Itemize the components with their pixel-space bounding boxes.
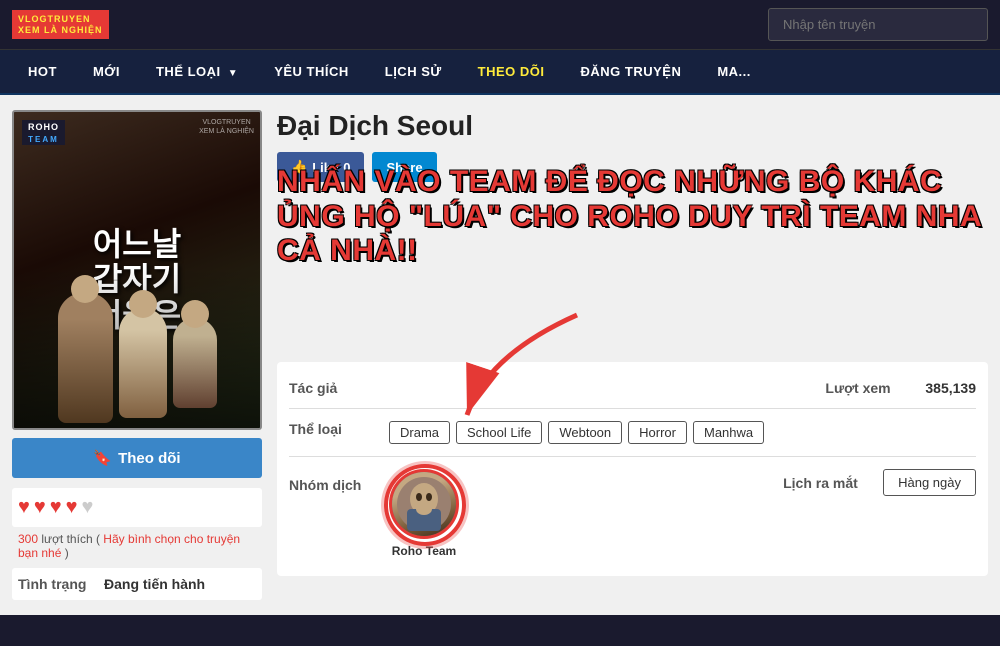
like-button[interactable]: 👍 Like 0 bbox=[277, 152, 364, 182]
divider-1 bbox=[289, 408, 976, 409]
info-table: Tác giả Lượt xem 385,139 Thể loại Drama … bbox=[277, 362, 988, 576]
heart-5[interactable]: ♥ bbox=[82, 496, 94, 519]
share-button[interactable]: Share bbox=[372, 152, 436, 182]
status-row: Tình trạng Đang tiến hành bbox=[12, 568, 262, 600]
views-value: 385,139 bbox=[925, 380, 976, 396]
views-area: Lượt xem 385,139 bbox=[825, 380, 976, 396]
header: VLOGTRUYEN XEM LÀ NGHIỆN bbox=[0, 0, 1000, 50]
nav-hot[interactable]: HOT bbox=[10, 50, 75, 93]
heart-3[interactable]: ♥ bbox=[50, 496, 62, 519]
site-logo[interactable]: VLOGTRUYEN XEM LÀ NGHIỆN bbox=[12, 10, 109, 40]
cover-watermark: VLOGTRUYEN XEM LÀ NGHIỆN bbox=[199, 118, 254, 136]
bookmark-icon: 🔖 bbox=[93, 449, 112, 467]
logo-line1: VLOGTRUYEN bbox=[18, 14, 103, 25]
views-label: Lượt xem bbox=[825, 380, 905, 396]
nav-moi[interactable]: MỚI bbox=[75, 50, 138, 93]
rating-hint-link[interactable]: Hãy bình chọn cho truyện bạn nhé bbox=[18, 532, 240, 560]
avatar-circle-highlight bbox=[384, 464, 466, 546]
manga-detail: ROHO TEAM VLOGTRUYEN XEM LÀ NGHIỆN 어느날갑자… bbox=[12, 110, 988, 600]
status-value: Đang tiến hành bbox=[104, 576, 205, 592]
nav-dang-truyen[interactable]: ĐĂNG TRUYỆN bbox=[563, 50, 700, 93]
action-row: 👍 Like 0 Share bbox=[277, 152, 988, 182]
release-label: Lịch ra mắt bbox=[783, 475, 863, 491]
nav-theo-doi[interactable]: THEO DÕI bbox=[460, 50, 563, 93]
logo-area[interactable]: VLOGTRUYEN XEM LÀ NGHIỆN bbox=[12, 10, 109, 40]
rating-row: ♥ ♥ ♥ ♥ ♥ bbox=[12, 488, 262, 527]
genre-label: Thể loại bbox=[289, 421, 369, 437]
translator-release-row: Nhóm dịch bbox=[277, 461, 988, 566]
nav-yeu-thich[interactable]: YÊU THÍCH bbox=[256, 50, 367, 93]
release-value-btn[interactable]: Hàng ngày bbox=[883, 469, 976, 496]
badge-roho: ROHO bbox=[22, 120, 65, 134]
author-area: Tác giả bbox=[289, 380, 389, 396]
char-2 bbox=[119, 308, 167, 418]
heart-4[interactable]: ♥ bbox=[66, 496, 78, 519]
genre-row: Thể loại Drama School Life Webtoon Horro… bbox=[277, 413, 988, 452]
manga-title: Đại Dịch Seoul bbox=[277, 110, 988, 142]
genre-webtoon[interactable]: Webtoon bbox=[548, 421, 622, 444]
logo-line2: XEM LÀ NGHIỆN bbox=[18, 25, 103, 36]
follow-button[interactable]: 🔖 Theo dõi bbox=[12, 438, 262, 478]
char-3 bbox=[173, 318, 217, 408]
genre-manhwa[interactable]: Manhwa bbox=[693, 421, 764, 444]
cover-characters bbox=[14, 268, 260, 428]
thumbs-up-icon: 👍 bbox=[291, 159, 307, 175]
nav-the-loai[interactable]: THỂ LOẠI ▼ bbox=[138, 50, 256, 93]
badge-team: TEAM bbox=[22, 134, 65, 145]
heart-2[interactable]: ♥ bbox=[34, 496, 46, 519]
cover-overlay: ROHO TEAM VLOGTRUYEN XEM LÀ NGHIỆN 어느날갑자… bbox=[14, 112, 260, 428]
genre-tags: Drama School Life Webtoon Horror Manhwa bbox=[389, 421, 764, 444]
author-label: Tác giả bbox=[289, 380, 369, 396]
genre-school[interactable]: School Life bbox=[456, 421, 542, 444]
main-content: ROHO TEAM VLOGTRUYEN XEM LÀ NGHIỆN 어느날갑자… bbox=[0, 95, 1000, 615]
char-1 bbox=[58, 293, 113, 423]
main-nav: HOT MỚI THỂ LOẠI ▼ YÊU THÍCH LỊCH SỬ THE… bbox=[0, 50, 1000, 95]
search-input[interactable] bbox=[768, 8, 988, 41]
translator-name: Roho Team bbox=[392, 544, 456, 558]
left-column: ROHO TEAM VLOGTRUYEN XEM LÀ NGHIỆN 어느날갑자… bbox=[12, 110, 262, 600]
rating-text: 300 lượt thích ( Hãy bình chọn cho truyệ… bbox=[12, 532, 262, 560]
genre-drama[interactable]: Drama bbox=[389, 421, 450, 444]
divider-2 bbox=[289, 456, 976, 457]
status-label: Tình trạng bbox=[18, 576, 98, 592]
nav-lich-su[interactable]: LỊCH SỬ bbox=[367, 50, 460, 93]
team-badge: ROHO TEAM bbox=[22, 120, 65, 145]
translator-label: Nhóm dịch bbox=[289, 469, 369, 493]
chevron-down-icon: ▼ bbox=[228, 68, 238, 79]
translator-area: Nhóm dịch bbox=[289, 469, 459, 558]
genre-horror[interactable]: Horror bbox=[628, 421, 687, 444]
release-area: Lịch ra mắt Hàng ngày bbox=[783, 469, 976, 496]
right-column: Đại Dịch Seoul 👍 Like 0 Share NHẤN VÀO T… bbox=[277, 110, 988, 576]
translator-avatar-wrap[interactable]: Roho Team bbox=[389, 469, 459, 558]
nav-more[interactable]: MA... bbox=[699, 50, 769, 93]
heart-1[interactable]: ♥ bbox=[18, 496, 30, 519]
manga-cover: ROHO TEAM VLOGTRUYEN XEM LÀ NGHIỆN 어느날갑자… bbox=[12, 110, 262, 430]
author-views-row: Tác giả Lượt xem 385,139 bbox=[277, 372, 988, 404]
